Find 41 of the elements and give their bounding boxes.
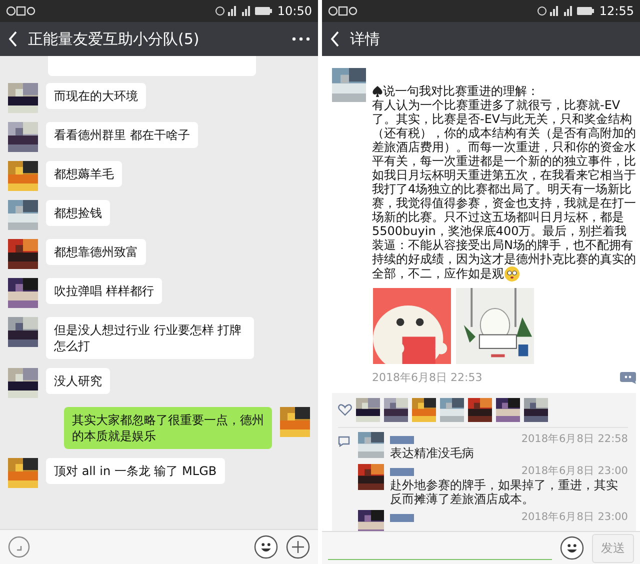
notification-icons bbox=[328, 6, 358, 16]
emoji-icon[interactable] bbox=[560, 536, 584, 560]
message-bubble: 顶对 all in 一条龙 输了 MLGB bbox=[46, 458, 225, 484]
message-bubble: 而现在的大环境 bbox=[46, 83, 146, 109]
comment-icon bbox=[338, 436, 350, 447]
back-icon[interactable] bbox=[8, 31, 18, 47]
comment-time: 2018年6月8日 22:58 bbox=[521, 432, 628, 446]
notification-icons bbox=[6, 6, 36, 16]
emoji-icon[interactable] bbox=[254, 535, 278, 559]
back-icon[interactable] bbox=[330, 31, 340, 47]
blurred-name bbox=[390, 514, 414, 522]
comment-icon[interactable] bbox=[620, 372, 636, 384]
message-bubble: 但是没人想过行业 行业要怎样 打牌怎么打 bbox=[46, 317, 254, 359]
message-bubble: 都想薅羊毛 bbox=[46, 161, 122, 187]
message-bubble: 都想靠德州致富 bbox=[46, 239, 146, 265]
message-bubble: 没人研究 bbox=[46, 368, 110, 394]
heart-icon bbox=[338, 404, 352, 416]
message-bubble: 其实大家都忽略了很重要一点，德州的本质就是娱乐 bbox=[64, 407, 272, 449]
spade-icon bbox=[372, 86, 383, 98]
voice-icon[interactable] bbox=[8, 536, 30, 558]
comment-time: 2018年6月8日 23:00 bbox=[521, 510, 628, 524]
post-time: 2018年6月8日 22:53 bbox=[372, 370, 482, 385]
plus-icon[interactable] bbox=[286, 535, 310, 559]
blurred-name bbox=[390, 436, 414, 444]
post-title: 说一句我对比赛重进的理解： bbox=[383, 84, 539, 98]
chat-title: 正能量友爱互助小分队(5) bbox=[28, 30, 200, 48]
status-time: 10:50 bbox=[277, 4, 312, 18]
message-bubble: 看看德州群里 都在干啥子 bbox=[46, 122, 198, 148]
comment-text: 表达精准没毛病 bbox=[390, 446, 475, 460]
emoji-icon bbox=[504, 266, 520, 282]
status-icons bbox=[537, 6, 596, 16]
chat-title: 详情 bbox=[350, 30, 381, 48]
message-bubble: 吹拉弹唱 样样都行 bbox=[46, 278, 162, 304]
status-time: 12:55 bbox=[599, 4, 634, 18]
status-icons bbox=[215, 6, 274, 16]
more-icon[interactable] bbox=[292, 37, 310, 41]
message-bubble: 都想捡钱 bbox=[46, 200, 110, 226]
post-text: 有人认为一个比赛重进多了就很亏，比赛就-EV了。其实，比赛是否-EV与此无关，只和奖金结构（还有税），你的成本结构有关（是否有高附加的差旅酒店费用）。而每一次重进，只和你的资金水平有关，每一次重进都是一个新的的独立事件，比如我日月坛杯明天重进第五次，在我看来它相当于我打了4场独立的比赛都出局了。明天有一场新比赛，我觉得值得参赛，资金也支持，我就是在打一场新的比赛。只不过这五场都叫日月坛杯，都是5500buyin，奖池保底400万。最后，别拦着我装逼：不能从容接受出局N场的牌手，也不配拥有持续的好成绩，因为这才是德州扑克比赛的真实的全部，不二，应作如是观 bbox=[372, 98, 636, 282]
comment-time: 2018年6月8日 23:00 bbox=[521, 464, 628, 478]
blurred-name bbox=[390, 468, 414, 476]
comment-text: 赴外地参赛的牌手，如果掉了，重进，其实反而摊薄了差旅酒店成本。 bbox=[390, 478, 619, 506]
